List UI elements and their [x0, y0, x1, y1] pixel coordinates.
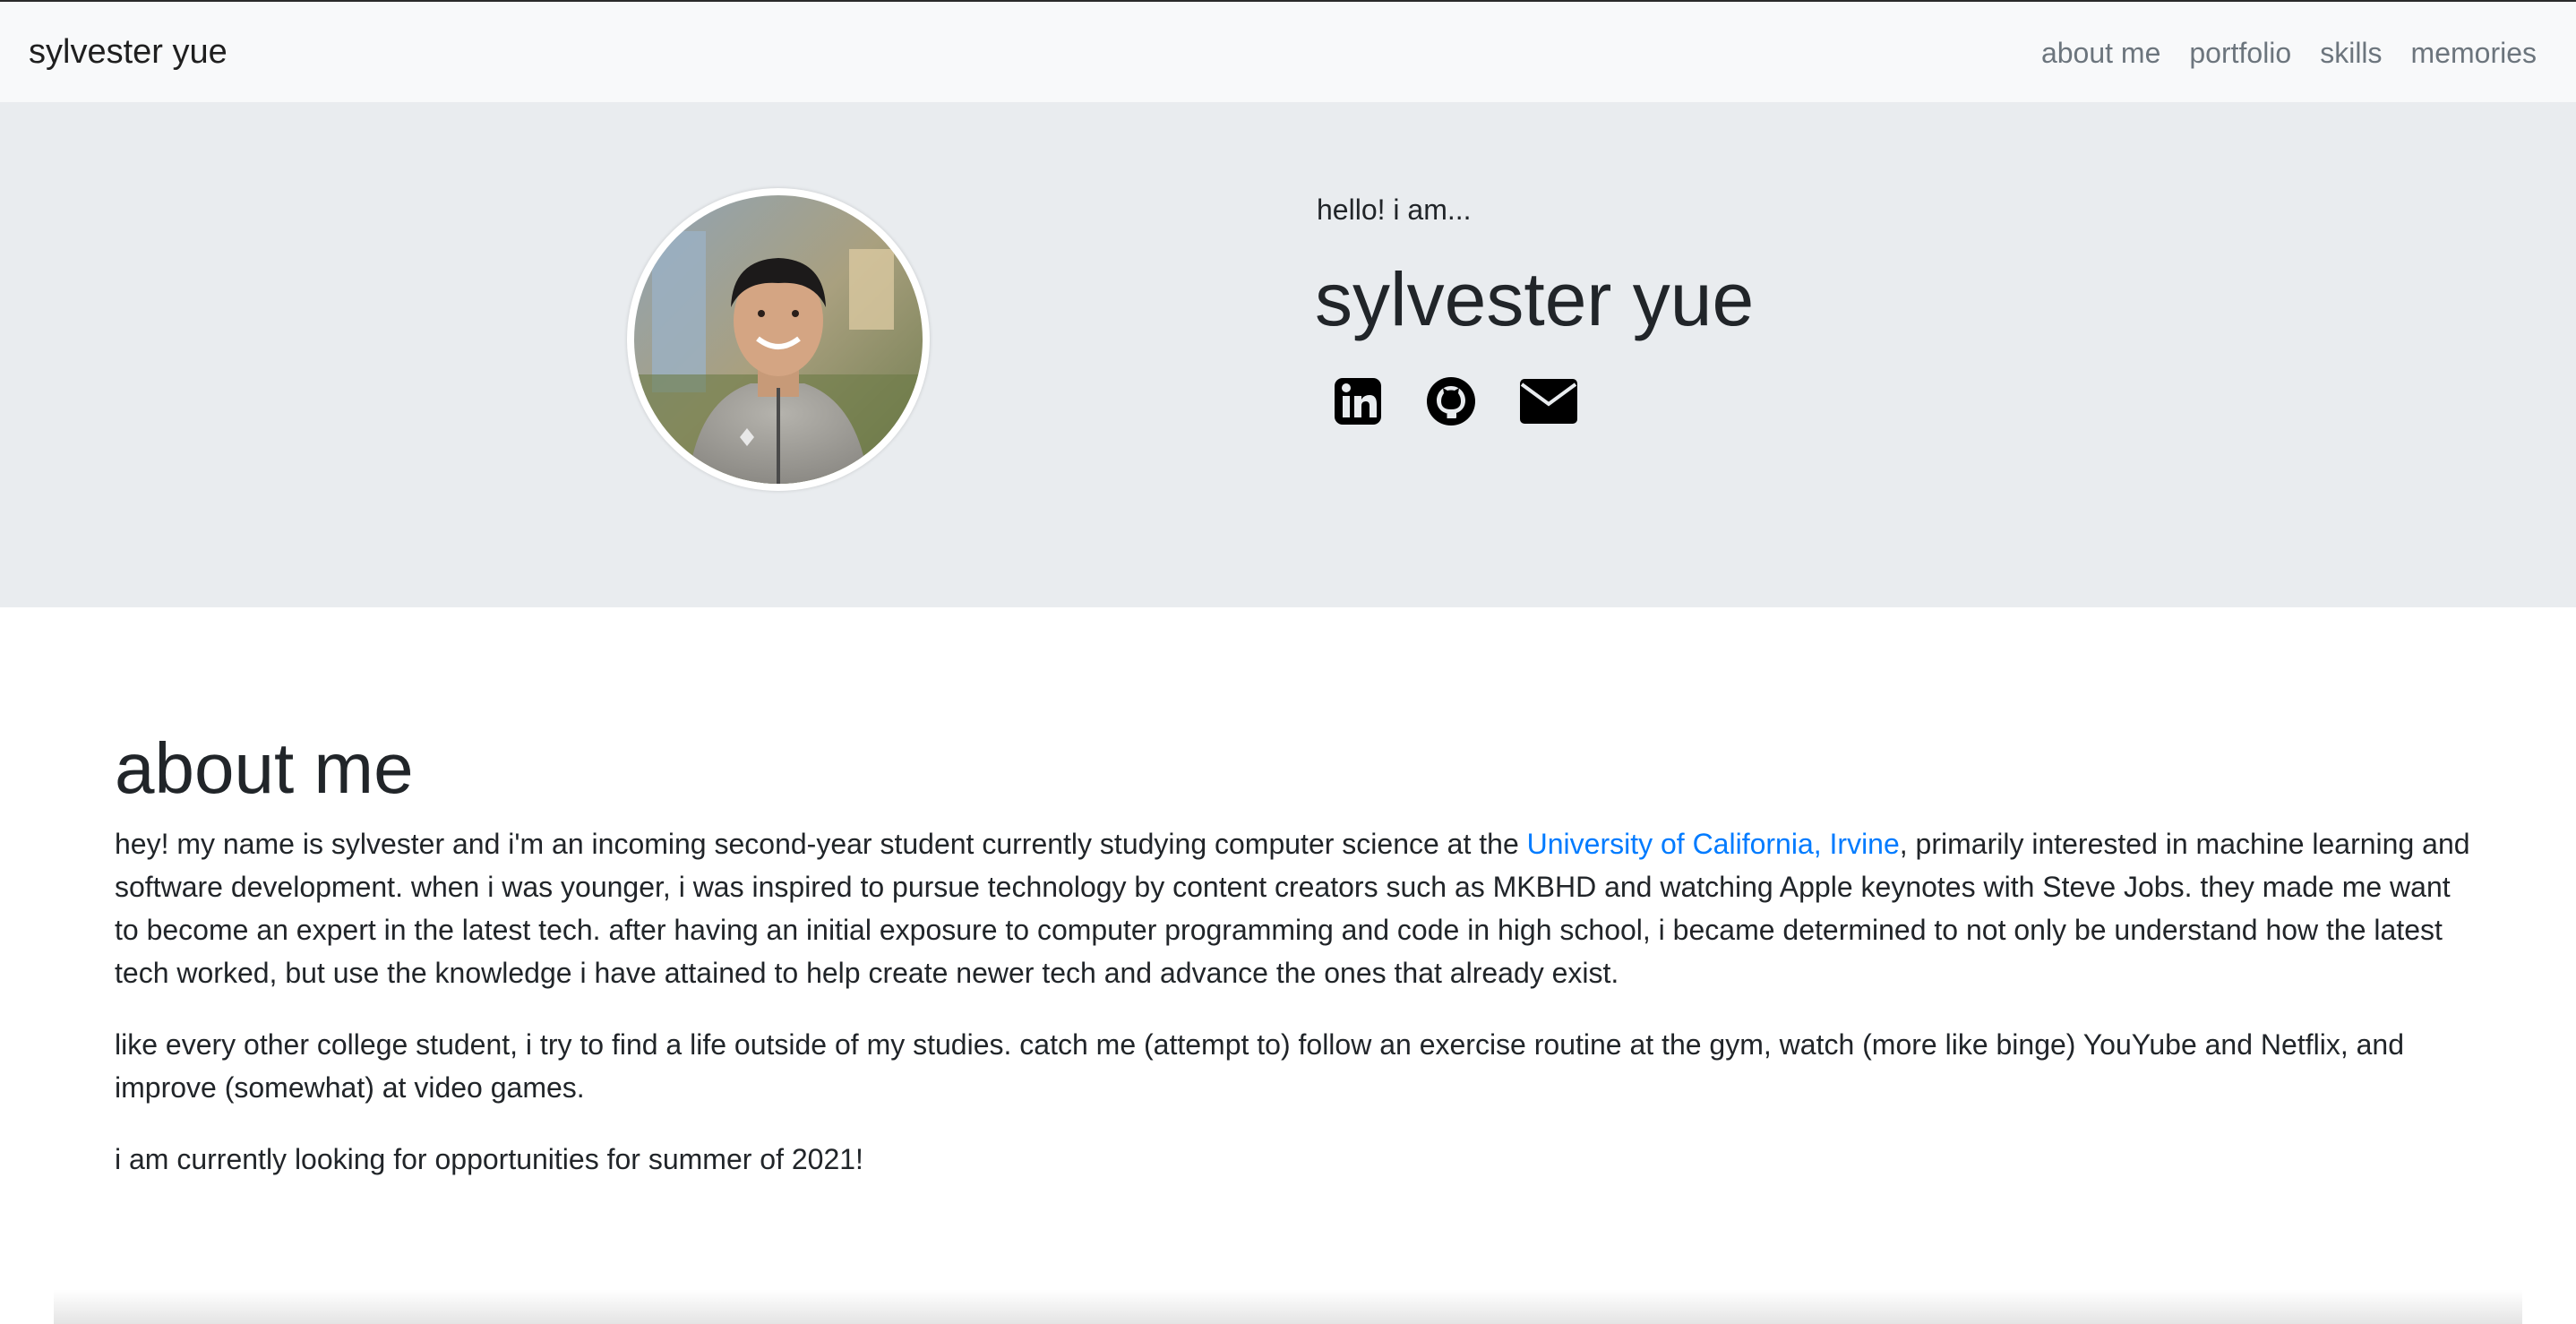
about-paragraph-3: i am currently looking for opportunities… — [115, 1143, 863, 1175]
about-me-section: about me hey! my name is sylvester and i… — [115, 726, 2479, 1209]
avatar-photo — [634, 195, 923, 484]
nav-links: about me portfolio skills memories — [2027, 33, 2537, 73]
nav-link-about-me[interactable]: about me — [2027, 33, 2175, 73]
nav-link-skills[interactable]: skills — [2306, 33, 2396, 73]
hero-name: sylvester yue — [1315, 257, 1755, 341]
linkedin-icon[interactable] — [1333, 376, 1383, 431]
email-icon[interactable] — [1519, 377, 1578, 430]
about-text: hey! my name is sylvester and i'm an inc… — [115, 828, 1527, 860]
section-title: about me — [115, 728, 414, 808]
hero-greeting: hello! i am... — [1317, 193, 1472, 226]
about-paragraph-2: like every other college student, i try … — [115, 1028, 2404, 1104]
about-paragraph-1: hey! my name is sylvester and i'm an inc… — [115, 822, 2479, 994]
brand-link[interactable]: sylvester yue — [29, 30, 228, 74]
card-bottom-edge — [54, 1290, 2522, 1324]
avatar-frame — [627, 188, 930, 491]
uci-link[interactable]: University of California, Irvine — [1527, 828, 1900, 860]
hero-jumbotron: hello! i am... sylvester yue — [0, 102, 2576, 607]
nav-link-portfolio[interactable]: portfolio — [2175, 33, 2306, 73]
avatar — [634, 195, 923, 484]
github-icon[interactable] — [1426, 376, 1476, 431]
social-links — [1333, 376, 1621, 431]
nav-link-memories[interactable]: memories — [2397, 33, 2537, 73]
navbar: sylvester yue about me portfolio skills … — [0, 0, 2576, 102]
